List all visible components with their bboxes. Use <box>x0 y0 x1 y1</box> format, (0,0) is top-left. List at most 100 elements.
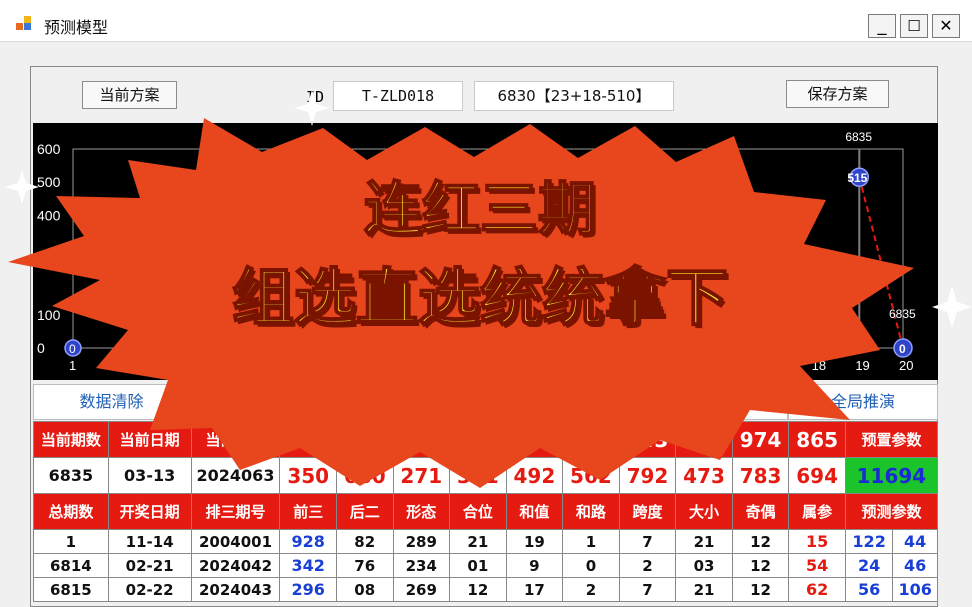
table-header-cell: 排三期号 <box>190 493 281 530</box>
table-cell: 271 <box>392 457 451 494</box>
table-header-cell: 当前期号 <box>190 421 281 458</box>
table-header-cell: 奇偶 <box>731 493 790 530</box>
data-table: 当前期数 当前日期 当前期号 210 321 641 651 861 642 843 854 974 8… <box>33 421 939 602</box>
parse-numbers-button[interactable]: 号码解析 <box>190 384 315 420</box>
window-title: 预测模型 <box>44 18 109 37</box>
x-tick-label: 20 <box>899 358 913 373</box>
table-cell: 2004001 <box>190 529 281 554</box>
window-titlebar: 预测模型 _ ☐ ✕ <box>0 0 972 42</box>
table-cell: 21 <box>675 577 733 602</box>
table-header-cell: 总期数 <box>33 493 109 530</box>
table-header-cell: 预测参数 <box>844 493 939 530</box>
table-row[interactable]: 1 11-14 2004001 928 82 289 21 19 1 7 21 12 15 122 44 <box>33 529 938 554</box>
table-cell: 1 <box>33 529 109 554</box>
auto-deduce-button[interactable]: 自动推演 <box>676 384 788 420</box>
table-cell: 6835 <box>33 457 109 494</box>
data-label: 515 <box>847 171 867 185</box>
table-header-cell: 属参 <box>788 493 846 530</box>
table-cell: 492 <box>505 457 564 494</box>
table-header-cell: 前三 <box>279 493 337 530</box>
close-button[interactable]: ✕ <box>932 14 960 38</box>
table-cell: 12 <box>731 577 790 602</box>
table-cell: 269 <box>392 577 451 602</box>
data-label: 0 <box>899 342 906 356</box>
table-cell: 106 <box>892 577 938 602</box>
table-cell: 82 <box>335 529 394 554</box>
table-cell: 21 <box>449 529 507 554</box>
table-header-cell: 321 <box>335 421 394 458</box>
table-header-cell: 651 <box>449 421 507 458</box>
table-cell: 2024042 <box>190 553 281 578</box>
table-cell: 19 <box>505 529 564 554</box>
y-tick-label: 0 <box>37 340 45 356</box>
sparkle-icon <box>932 286 972 328</box>
table-cell: 381 <box>449 457 507 494</box>
table-header-cell: 974 <box>731 421 790 458</box>
current-plan-button[interactable]: 当前方案 <box>82 81 177 109</box>
table-cell: 694 <box>788 457 846 494</box>
table-header-cell: 854 <box>675 421 733 458</box>
table-cell: 296 <box>279 577 337 602</box>
table-cell: 7 <box>618 577 677 602</box>
data-label: 0 <box>69 342 76 356</box>
table-cell: 473 <box>675 457 733 494</box>
table-cell: 680 <box>335 457 394 494</box>
ai-deduce-button[interactable]: AI 推演 <box>426 384 560 420</box>
table-cell: 46 <box>892 553 938 578</box>
series-line <box>858 176 904 349</box>
x-tick-label: 18 <box>812 358 826 373</box>
table-cell: 122 <box>844 529 894 554</box>
period-label: 6835 <box>845 130 872 144</box>
table-cell: 21 <box>675 529 733 554</box>
table-header-cell: 642 <box>562 421 620 458</box>
x-tick-label: 19 <box>855 358 869 373</box>
table-cell: 01 <box>449 553 507 578</box>
table-cell: 62 <box>788 577 846 602</box>
maximize-button[interactable]: ☐ <box>900 14 928 38</box>
table-header-cell: 当前期数 <box>33 421 109 458</box>
table-cell: 9 <box>505 553 564 578</box>
table-header-cell: 后二 <box>335 493 394 530</box>
table-cell: 6814 <box>33 553 109 578</box>
table-cell: 12 <box>731 529 790 554</box>
plan-info-field[interactable]: 6830【23+18-510】 <box>474 81 674 111</box>
table-row: 6835 03-13 2024063 350 680 271 381 492 562 792 473… <box>33 457 939 494</box>
save-plan-button[interactable]: 保存方案 <box>786 80 889 108</box>
manual-deduce-button[interactable]: 手动推演 <box>560 384 676 420</box>
table-header-cell: 跨度 <box>618 493 677 530</box>
y-tick-label: 500 <box>37 174 61 190</box>
y-tick-label: 600 <box>37 141 61 157</box>
table-cell: 928 <box>279 529 337 554</box>
table-cell: 02-21 <box>107 553 192 578</box>
table-cell: 342 <box>279 553 337 578</box>
table-cell: 54 <box>788 553 846 578</box>
table-header-cell: 当前日期 <box>107 421 192 458</box>
table-cell: 08 <box>335 577 394 602</box>
table-cell: 2024043 <box>190 577 281 602</box>
table-cell: 792 <box>618 457 677 494</box>
table-header-row: 总期数 开奖日期 排三期号 前三 后二 形态 合位 和值 和路 跨度 大小 奇偶 属参 预测参数 <box>33 493 939 530</box>
table-cell: 56 <box>844 577 894 602</box>
table-cell: 2 <box>618 553 677 578</box>
promo-subheadline: 组选直选统统拿下 <box>231 261 729 335</box>
table-row[interactable]: 6815 02-22 2024043 296 08 269 12 17 2 7 21 12 62 56 10… <box>33 577 938 602</box>
table-header-cell: 合位 <box>449 493 507 530</box>
table-header-cell: 形态 <box>392 493 451 530</box>
global-deduce-button[interactable]: 全局推演 <box>788 384 938 420</box>
table-header-cell: 641 <box>392 421 451 458</box>
table-header-cell: 843 <box>618 421 677 458</box>
table-header-cell: 预置参数 <box>844 421 939 458</box>
table-header-cell: 和值 <box>505 493 564 530</box>
y-tick-label: 400 <box>37 207 61 223</box>
table-cell: 03 <box>675 553 733 578</box>
table-row[interactable]: 6814 02-21 2024042 342 76 234 01 9 0 2 03 12 54 24 46 <box>33 553 938 578</box>
y-tick-label: 100 <box>37 307 61 323</box>
promo-headline: 连红三期 <box>363 175 597 243</box>
refresh-prediction-button[interactable]: 预测刷新 <box>315 384 426 420</box>
plan-id-field[interactable]: T-ZLD018 <box>333 81 463 111</box>
table-cell: 17 <box>505 577 564 602</box>
table-header-cell: 大小 <box>675 493 733 530</box>
table-cell: 44 <box>892 529 938 554</box>
minimize-button[interactable]: _ <box>868 14 896 38</box>
clear-data-button[interactable]: 数据清除 <box>33 384 190 420</box>
